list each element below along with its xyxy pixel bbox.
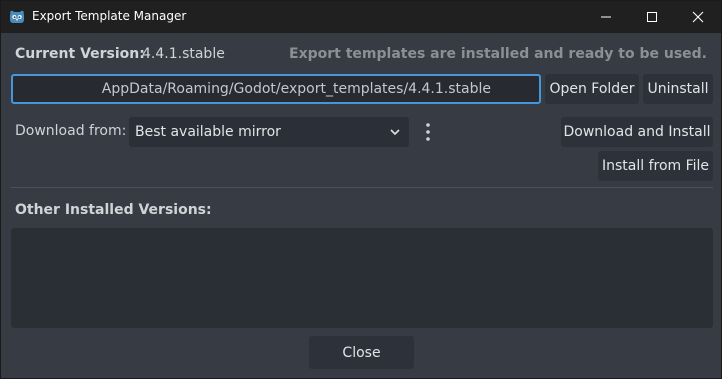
download-and-install-label: Download and Install <box>563 124 711 140</box>
uninstall-button[interactable]: Uninstall <box>643 74 713 104</box>
window-title: Export Template Manager <box>32 9 187 23</box>
title-bar[interactable]: Export Template Manager <box>1 1 721 33</box>
close-icon <box>692 11 704 23</box>
templates-path-field[interactable]: AppData/Roaming/Godot/export_templates/4… <box>11 74 541 104</box>
download-and-install-button[interactable]: Download and Install <box>561 117 713 147</box>
install-from-file-label: Install from File <box>601 158 710 174</box>
current-version-label: Current Version: <box>15 46 145 62</box>
more-options-icon[interactable] <box>421 121 435 143</box>
close-label: Close <box>342 344 381 361</box>
templates-status-message: Export templates are installed and ready… <box>289 46 707 62</box>
maximize-icon <box>647 12 657 22</box>
minimize-button[interactable] <box>583 1 629 33</box>
open-folder-label: Open Folder <box>549 81 635 97</box>
section-divider <box>11 187 713 188</box>
download-from-label: Download from: <box>15 123 127 139</box>
close-window-button[interactable] <box>675 1 721 33</box>
uninstall-label: Uninstall <box>647 81 709 97</box>
maximize-button[interactable] <box>629 1 675 33</box>
other-versions-list[interactable] <box>11 228 713 328</box>
mirror-select[interactable]: Best available mirror <box>129 117 409 147</box>
close-button[interactable]: Close <box>309 336 414 369</box>
export-template-manager-window: Export Template Manager Current Version:… <box>0 0 722 379</box>
chevron-down-icon <box>390 129 400 136</box>
install-from-file-button[interactable]: Install from File <box>598 151 713 181</box>
current-version-value: 4.4.1.stable <box>142 46 225 62</box>
other-versions-label: Other Installed Versions: <box>15 202 212 218</box>
open-folder-button[interactable]: Open Folder <box>545 74 639 104</box>
mirror-select-value: Best available mirror <box>135 124 281 140</box>
templates-path-text: AppData/Roaming/Godot/export_templates/4… <box>101 81 491 97</box>
dialog-content: Current Version: 4.4.1.stable Export tem… <box>1 33 721 378</box>
godot-icon <box>9 9 25 25</box>
minimize-icon <box>601 16 611 18</box>
